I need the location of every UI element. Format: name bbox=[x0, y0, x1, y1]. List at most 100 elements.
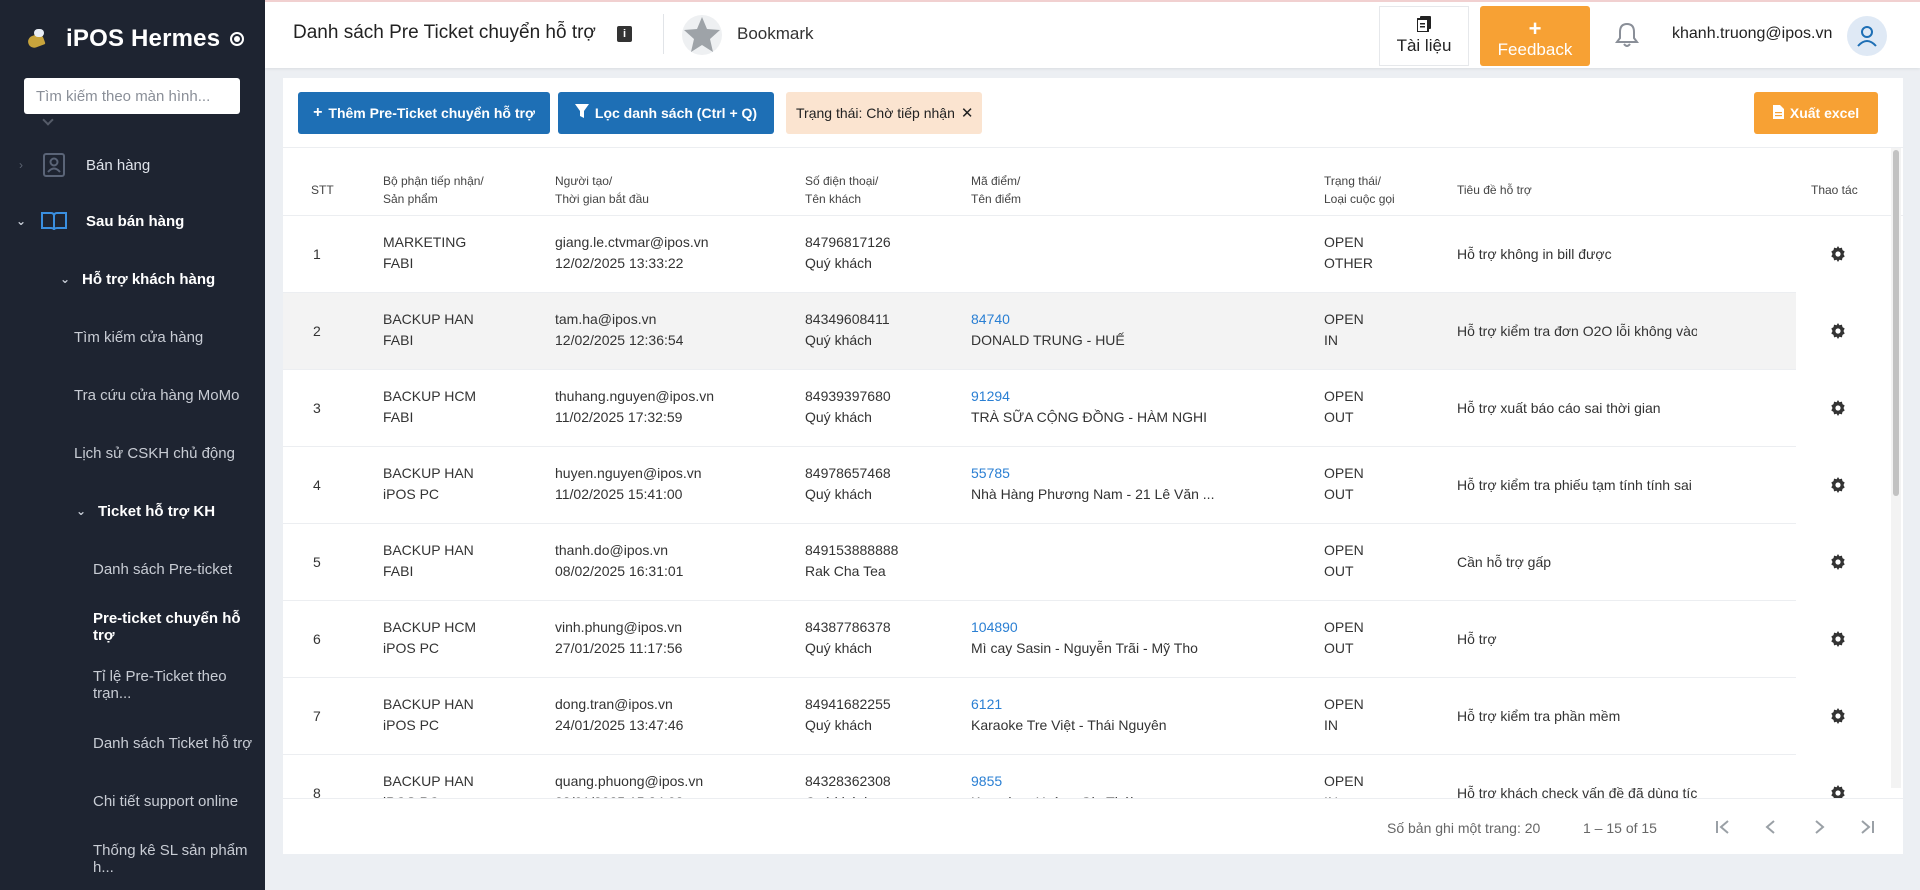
sidebar-toggle-icon[interactable] bbox=[230, 32, 245, 46]
first-page-icon[interactable] bbox=[1711, 815, 1735, 839]
row-subject: Hỗ trợ bbox=[1457, 631, 1497, 647]
status-filter-chip: Trạng thái: Chờ tiếp nhận ✕ bbox=[786, 92, 982, 134]
book-icon bbox=[40, 208, 68, 234]
user-email[interactable]: khanh.truong@ipos.vn bbox=[1672, 25, 1832, 43]
next-page-icon[interactable] bbox=[1807, 815, 1831, 839]
sidebar-item-ticket-ho-tro-kh[interactable]: ⌄ Ticket hỗ trợ KH bbox=[0, 482, 265, 540]
row-phone: 84978657468 Quý khách bbox=[805, 463, 965, 505]
row-dept-name: BACKUP HCM bbox=[383, 388, 477, 404]
sidebar-item-thong-ke-sl[interactable]: Thống kê SL sản phẩm h... bbox=[0, 830, 265, 888]
close-icon[interactable]: ✕ bbox=[961, 104, 974, 122]
sidebar-item-ho-tro-khach-hang[interactable]: ⌄ Hỗ trợ khách hàng bbox=[0, 250, 265, 308]
gear-icon[interactable] bbox=[1830, 477, 1846, 493]
row-phone: 84349608411 Quý khách bbox=[805, 309, 965, 351]
bell-icon[interactable] bbox=[1615, 22, 1639, 48]
prev-page-icon[interactable] bbox=[1759, 815, 1783, 839]
table-row[interactable]: 6 BACKUP HCM iPOS PC vinh.phung@ipos.vn 27/0… bbox=[283, 601, 1845, 678]
row-dept: BACKUP HAN iPOS PC bbox=[383, 463, 543, 505]
feedback-button[interactable]: + Feedback bbox=[1480, 6, 1590, 66]
gear-icon[interactable] bbox=[1830, 246, 1846, 262]
col-actions: Thao tác bbox=[1811, 183, 1858, 197]
table-body: 1 MARKETING FABI giang.le.ctvmar@ipos.vn 12/… bbox=[283, 216, 1903, 798]
store-code-link[interactable]: 55785 bbox=[971, 465, 1010, 481]
sidebar-item-lich-su-cskh[interactable]: Lịch sử CSKH chủ động bbox=[0, 424, 265, 482]
store-code-link[interactable]: 84740 bbox=[971, 311, 1010, 327]
row-dept: MARKETING FABI bbox=[383, 232, 543, 274]
row-start-time: 11/02/2025 15:41:00 bbox=[555, 486, 683, 502]
gear-icon[interactable] bbox=[1830, 323, 1846, 339]
sidebar-item-ti-le-pre-ticket[interactable]: Tỉ lệ Pre-Ticket theo trạn... bbox=[0, 656, 265, 714]
row-dept-name: BACKUP HAN bbox=[383, 542, 474, 558]
export-excel-button[interactable]: Xuất excel bbox=[1754, 92, 1878, 134]
row-status-value: OPEN bbox=[1324, 311, 1364, 327]
store-code-link[interactable]: 9855 bbox=[971, 773, 1002, 789]
store-code-link[interactable]: 6121 bbox=[971, 696, 1002, 712]
chevron-down-icon: ⌄ bbox=[15, 214, 27, 228]
sidebar-item-sau-ban-hang[interactable]: ⌄ Sau bán hàng bbox=[0, 192, 265, 250]
row-store: 9855Karaoke - Hoàng Gia Thái bbox=[971, 771, 1216, 798]
row-stt: 4 bbox=[313, 477, 321, 493]
row-creator-email: thuhang.nguyen@ipos.vn bbox=[555, 388, 714, 404]
sidebar-item-ban-hang[interactable]: › Bán hàng bbox=[0, 138, 265, 192]
page-size-label[interactable]: Số bản ghi một trang: 20 bbox=[1387, 820, 1540, 836]
row-stt: 2 bbox=[313, 323, 321, 339]
store-code-link[interactable]: 104890 bbox=[971, 619, 1018, 635]
page-title: Danh sách Pre Ticket chuyển hỗ trợ bbox=[293, 22, 596, 43]
table-row[interactable]: 4 BACKUP HAN iPOS PC huyen.nguyen@ipos.vn 11… bbox=[283, 447, 1845, 524]
avatar[interactable] bbox=[1847, 16, 1887, 56]
table-row[interactable]: 5 BACKUP HAN FABI thanh.do@ipos.vn 08/02/202… bbox=[283, 524, 1845, 601]
row-status: OPENIN bbox=[1324, 771, 1434, 798]
row-subject: Hỗ trợ kiểm tra phần mềm bbox=[1457, 708, 1621, 724]
row-creator-email: thanh.do@ipos.vn bbox=[555, 542, 669, 558]
row-creator-email: dong.tran@ipos.vn bbox=[555, 696, 673, 712]
row-call-type: OUT bbox=[1324, 409, 1354, 425]
sidebar-item-tim-kiem-cua-hang[interactable]: Tìm kiếm cửa hàng bbox=[0, 308, 265, 366]
row-subject: Cần hỗ trợ gấp bbox=[1457, 554, 1552, 570]
last-page-icon[interactable] bbox=[1855, 815, 1879, 839]
add-pre-ticket-button[interactable]: + Thêm Pre-Ticket chuyển hỗ trợ bbox=[298, 92, 550, 134]
filter-button[interactable]: Lọc danh sách (Ctrl + Q) bbox=[558, 92, 774, 134]
row-status-value: OPEN bbox=[1324, 696, 1364, 712]
sidebar-search-input[interactable] bbox=[24, 78, 240, 114]
store-code-link[interactable]: 91294 bbox=[971, 388, 1010, 404]
row-status-value: OPEN bbox=[1324, 234, 1364, 250]
sidebar-item-danh-sach-ticket[interactable]: Danh sách Ticket hỗ trợ bbox=[0, 714, 265, 772]
row-call-type: OUT bbox=[1324, 486, 1354, 502]
col-phone-line2: Tên khách bbox=[805, 192, 862, 206]
col-store: Mã điểm/ Tên điểm bbox=[971, 172, 1021, 208]
row-phone: 84796817126 Quý khách bbox=[805, 232, 965, 274]
table-row[interactable]: 7 BACKUP HAN iPOS PC dong.tran@ipos.vn 24/01… bbox=[283, 678, 1845, 755]
gear-icon[interactable] bbox=[1830, 554, 1846, 570]
row-store: 91294 TRÀ SỮA CỘNG ĐỒNG - HÀM NGHI bbox=[971, 386, 1216, 428]
scrollbar-thumb[interactable] bbox=[1893, 150, 1899, 496]
gear-icon[interactable] bbox=[1830, 708, 1846, 724]
gear-icon[interactable] bbox=[1830, 400, 1846, 416]
sidebar: iPOS Hermes › Bán hàng ⌄ Sau bán hàng ⌄ … bbox=[0, 0, 265, 890]
bookmark-star-icon[interactable] bbox=[681, 14, 723, 56]
sidebar-item-tra-cuu-momo[interactable]: Tra cứu cửa hàng MoMo bbox=[0, 366, 265, 424]
col-dept-line2: Sản phẩm bbox=[383, 192, 438, 206]
gear-icon[interactable] bbox=[1830, 785, 1846, 798]
sidebar-item-danh-sach-pre-ticket[interactable]: Danh sách Pre-ticket bbox=[0, 540, 265, 598]
docs-button[interactable]: Tài liệu bbox=[1379, 6, 1469, 66]
row-store-name: TRÀ SỮA CỘNG ĐỒNG - HÀM NGHI bbox=[971, 409, 1207, 425]
row-status: OPENIN bbox=[1324, 309, 1434, 351]
table-row[interactable]: 2 BACKUP HAN FABI tam.ha@ipos.vn 12/02/2025 … bbox=[283, 293, 1845, 370]
table-row[interactable]: 8 BACKUP HANiPOS PC quang.phuong@ipos.vn23… bbox=[283, 755, 1845, 798]
info-icon[interactable]: i bbox=[617, 26, 632, 42]
row-start-time: 08/02/2025 16:31:01 bbox=[555, 563, 684, 579]
row-phone-number: 84941682255 bbox=[805, 696, 891, 712]
sidebar-item-chi-tiet-support[interactable]: Chi tiết support online bbox=[0, 772, 265, 830]
row-creator-email: quang.phuong@ipos.vn bbox=[555, 773, 704, 789]
row-customer-name: Quý khách bbox=[805, 332, 872, 348]
vertical-scrollbar[interactable] bbox=[1891, 148, 1901, 788]
row-creator: quang.phuong@ipos.vn23/01/2025 15:24:03 bbox=[555, 771, 795, 798]
bookmark-label[interactable]: Bookmark bbox=[737, 24, 814, 44]
gear-icon[interactable] bbox=[1830, 631, 1846, 647]
table-row[interactable]: 1 MARKETING FABI giang.le.ctvmar@ipos.vn 12/… bbox=[283, 216, 1845, 293]
table-row[interactable]: 3 BACKUP HCM FABI thuhang.nguyen@ipos.vn 11/… bbox=[283, 370, 1845, 447]
sidebar-item-pre-ticket-chuyen-ho-tro[interactable]: Pre-ticket chuyển hỗ trợ bbox=[0, 598, 265, 656]
row-subject: Hỗ trợ khách check vấn đề đã dùng tích bbox=[1457, 785, 1697, 798]
app-name: iPOS Hermes bbox=[66, 25, 221, 52]
row-store-name: Nhà Hàng Phương Nam - 21 Lê Văn ... bbox=[971, 486, 1215, 502]
